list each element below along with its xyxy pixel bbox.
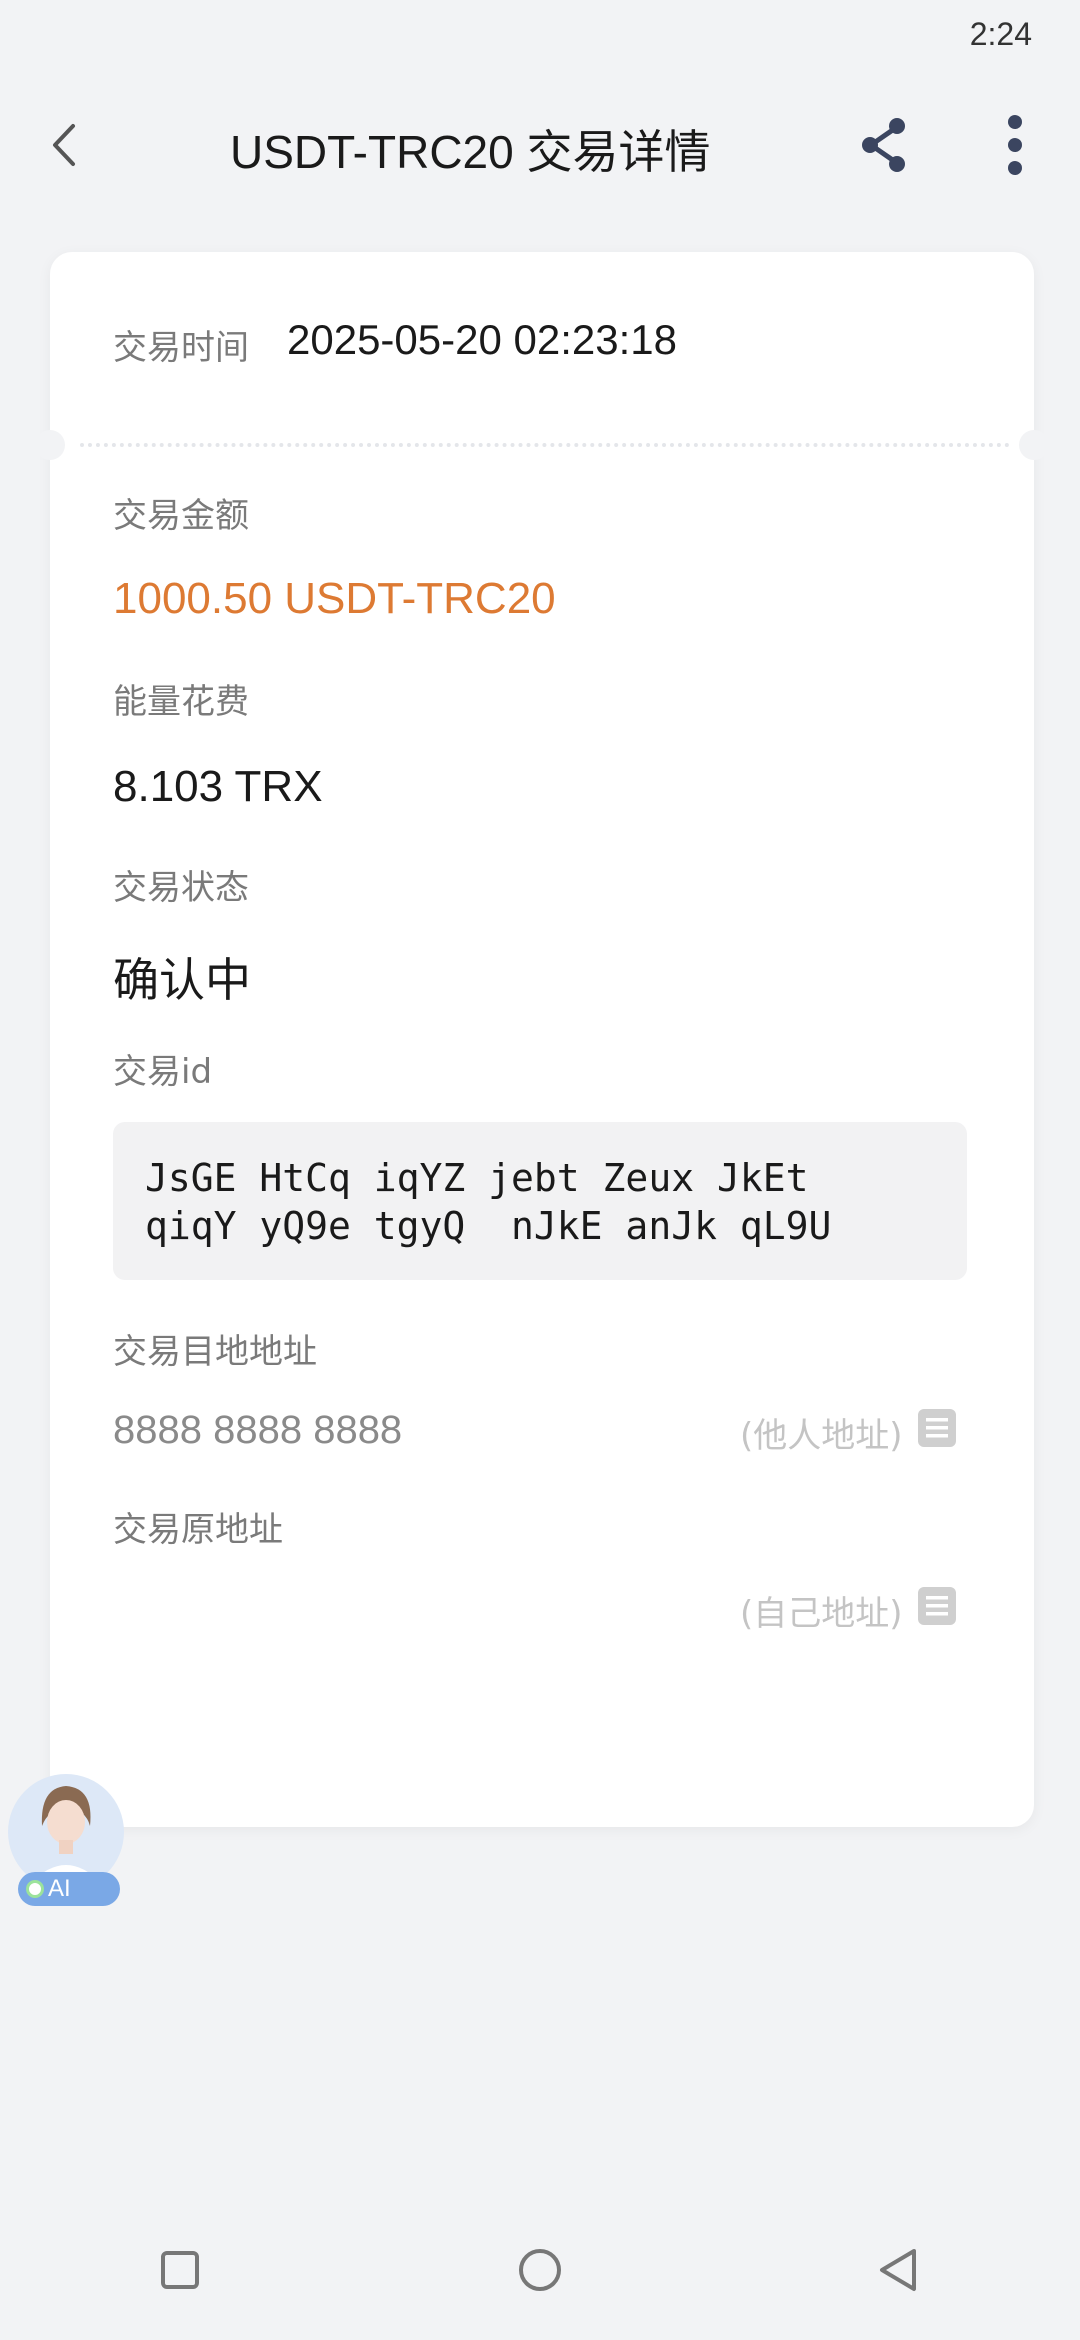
transaction-status-label: 交易状态 [113, 868, 249, 908]
transaction-time-label: 交易时间 [113, 328, 249, 368]
ai-badge: AI [18, 1872, 120, 1906]
triangle-back-icon [880, 2249, 916, 2291]
page-title: USDT-TRC20 交易详情 [230, 126, 711, 178]
transaction-amount-value: 1000.50 USDT-TRC20 [113, 574, 556, 623]
share-button[interactable] [850, 110, 920, 180]
status-time: 2:24 [969, 16, 1032, 52]
ai-assistant-button[interactable]: AI [6, 1772, 126, 1906]
destination-address-label: 交易目地地址 [113, 1332, 317, 1372]
transaction-id-line-1: JsGE HtCq iqYZ jebt Zeux JkEt [145, 1156, 809, 1200]
chevron-left-icon [53, 124, 75, 166]
card-notch-right [1019, 430, 1049, 460]
transaction-id-line-2: qiqY yQ9e tgyQ nJkE anJk qL9U [145, 1204, 832, 1248]
source-address-tag: (自己地址) [740, 1594, 903, 1634]
destination-address-tag: (他人地址) [740, 1416, 903, 1456]
source-address-label: 交易原地址 [113, 1510, 283, 1550]
transaction-id-box[interactable]: JsGE HtCq iqYZ jebt Zeux JkEt qiqY yQ9e … [113, 1122, 967, 1280]
copy-icon [918, 1409, 956, 1447]
transaction-amount-label: 交易金额 [113, 496, 249, 536]
transaction-status-value: 确认中 [113, 953, 251, 1007]
system-nav-bar [0, 2240, 1080, 2340]
online-dot-icon [26, 1880, 44, 1898]
copy-destination-button[interactable] [917, 1408, 957, 1448]
card-notch-left [35, 430, 65, 460]
back-nav-button[interactable] [868, 2240, 928, 2300]
transaction-id-label: 交易id [113, 1052, 213, 1092]
more-vertical-icon [1008, 115, 1022, 175]
home-button[interactable] [510, 2240, 570, 2300]
destination-address-value[interactable]: 8888 8888 8888 [113, 1408, 402, 1453]
app-bar: USDT-TRC20 交易详情 [0, 90, 1080, 200]
recent-apps-button[interactable] [150, 2240, 210, 2300]
transaction-time-value: 2025-05-20 02:23:18 [287, 316, 677, 363]
more-options-button[interactable] [980, 110, 1050, 180]
copy-icon [918, 1587, 956, 1625]
back-button[interactable] [30, 110, 100, 180]
share-icon [862, 118, 905, 172]
circle-icon [519, 2249, 561, 2291]
status-bar: 2:24 [0, 0, 1080, 70]
ai-badge-label: AI [48, 1875, 71, 1902]
copy-source-button[interactable] [917, 1586, 957, 1626]
card-divider [80, 443, 1010, 447]
energy-fee-label: 能量花费 [113, 682, 249, 722]
energy-fee-value: 8.103 TRX [113, 762, 323, 811]
square-icon [161, 2251, 199, 2289]
